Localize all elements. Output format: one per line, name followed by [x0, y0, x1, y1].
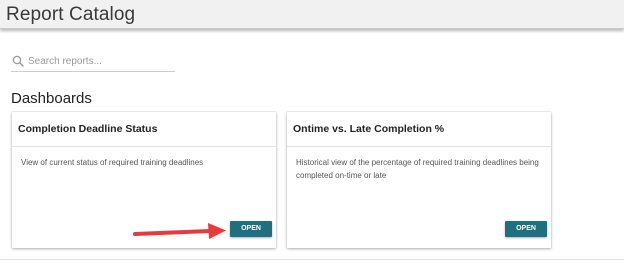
app-header: Report Catalog — [0, 0, 624, 29]
annotation-arrow-icon — [133, 223, 226, 239]
open-button[interactable]: OPEN — [505, 221, 547, 237]
search-input[interactable] — [28, 53, 173, 70]
card-description: View of current status of required train… — [21, 158, 204, 167]
section-title-dashboards: Dashboards — [11, 90, 92, 107]
open-button[interactable]: OPEN — [230, 221, 272, 237]
card-divider — [287, 146, 551, 147]
search-icon — [12, 55, 24, 67]
card-description: Historical view of the percentage of req… — [296, 158, 539, 180]
page-title: Report Catalog — [6, 4, 136, 25]
divider — [0, 259, 624, 260]
card-divider — [12, 146, 276, 147]
card-title: Ontime vs. Late Completion % — [293, 123, 445, 135]
card-title: Completion Deadline Status — [18, 123, 158, 135]
search-bar[interactable] — [11, 53, 175, 72]
report-card-ontime-vs-late-completion: Ontime vs. Late Completion % Historical … — [287, 112, 551, 248]
